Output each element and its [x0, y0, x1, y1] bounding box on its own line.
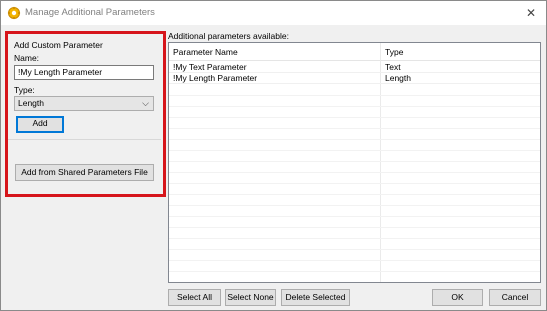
manage-parameters-dialog: Manage Additional Parameters ✕ Add Custo… [0, 0, 547, 311]
parameter-type-cell: Text [385, 62, 401, 72]
parameter-name-cell: !My Length Parameter [173, 73, 258, 83]
column-header-type[interactable]: Type [381, 43, 540, 61]
grid-line [169, 205, 540, 206]
grid-line [169, 95, 540, 96]
chevron-down-icon: ⌵ [142, 98, 149, 108]
table-row[interactable]: !My Length Parameter Length [169, 73, 540, 84]
grid-line [169, 216, 540, 217]
cancel-button[interactable]: Cancel [489, 289, 541, 306]
type-select[interactable]: Length ⌵ [14, 96, 154, 111]
close-icon: ✕ [525, 6, 537, 20]
grid-line [169, 194, 540, 195]
title-bar: Manage Additional Parameters ✕ [1, 1, 546, 25]
grid-line [169, 161, 540, 162]
app-gear-icon [7, 6, 21, 20]
grid-line [169, 139, 540, 140]
grid-line [169, 183, 540, 184]
add-button[interactable]: Add [16, 116, 64, 133]
group-title: Add Custom Parameter [14, 40, 103, 50]
grid-line [169, 238, 540, 239]
column-header-name[interactable]: Parameter Name [169, 43, 380, 61]
delete-selected-button[interactable]: Delete Selected [281, 289, 350, 306]
grid-line [169, 106, 540, 107]
select-all-button[interactable]: Select All [168, 289, 221, 306]
select-none-button[interactable]: Select None [225, 289, 276, 306]
grid-line [169, 117, 540, 118]
grid-line [169, 227, 540, 228]
name-label: Name: [14, 53, 40, 63]
parameters-list[interactable]: Parameter Name Type !My Text Parameter T… [168, 42, 541, 283]
table-row[interactable]: !My Text Parameter Text [169, 62, 540, 73]
window-title: Manage Additional Parameters [25, 7, 155, 18]
available-parameters-label: Additional parameters available: [168, 31, 289, 41]
parameter-type-cell: Length [385, 73, 411, 83]
grid-line [169, 172, 540, 173]
type-label: Type: [14, 85, 35, 95]
grid-line [169, 271, 540, 272]
close-button[interactable]: ✕ [522, 4, 540, 22]
grid-line [169, 150, 540, 151]
ok-button[interactable]: OK [432, 289, 483, 306]
add-from-shared-file-button[interactable]: Add from Shared Parameters File [15, 164, 154, 181]
grid-line [169, 260, 540, 261]
grid-line [169, 128, 540, 129]
type-select-value: Length [18, 98, 44, 108]
name-field[interactable]: !My Length Parameter [14, 65, 154, 80]
parameter-name-cell: !My Text Parameter [173, 62, 247, 72]
grid-line [169, 249, 540, 250]
